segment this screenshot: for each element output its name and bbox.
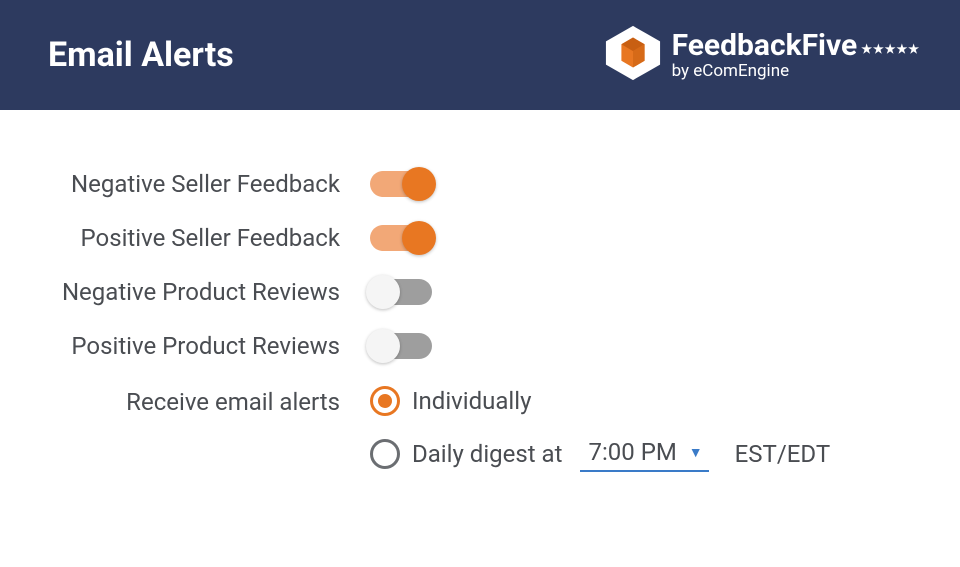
setting-negative-seller-feedback: Negative Seller Feedback <box>50 170 960 198</box>
radio-option-individually[interactable]: Individually <box>370 386 830 416</box>
setting-label: Negative Seller Feedback <box>50 170 370 198</box>
setting-label: Positive Product Reviews <box>50 332 370 360</box>
brand-logo: FeedbackFive ★★★★★ by eComEngine <box>604 24 920 86</box>
setting-positive-seller-feedback: Positive Seller Feedback <box>50 224 960 252</box>
radio-unselected-icon <box>370 439 400 469</box>
radio-option-daily-digest[interactable]: Daily digest at 7:00 PM ▼ EST/EDT <box>370 436 830 472</box>
radio-selected-icon <box>370 386 400 416</box>
chevron-down-icon: ▼ <box>689 444 703 461</box>
logo-tagline: by eComEngine <box>672 62 920 81</box>
setting-positive-product-reviews: Positive Product Reviews <box>50 332 960 360</box>
digest-timezone: EST/EDT <box>735 440 831 468</box>
toggle-knob-icon <box>402 221 436 255</box>
logo-brand-text: FeedbackFive <box>672 29 858 62</box>
settings-panel: Negative Seller Feedback Positive Seller… <box>0 110 960 472</box>
radio-label: Daily digest at <box>412 440 562 468</box>
setting-label: Receive email alerts <box>50 386 370 416</box>
feedbackfive-icon <box>604 24 662 86</box>
setting-receive-alerts: Receive email alerts Individually Daily … <box>50 386 960 472</box>
setting-negative-product-reviews: Negative Product Reviews <box>50 278 960 306</box>
setting-label: Negative Product Reviews <box>50 278 370 306</box>
page-header: Email Alerts FeedbackFive ★★★★★ by eComE… <box>0 0 960 110</box>
radio-label: Individually <box>412 387 531 415</box>
toggle-negative-product-reviews[interactable] <box>370 279 432 305</box>
digest-time-picker[interactable]: 7:00 PM ▼ <box>580 436 708 472</box>
toggle-positive-product-reviews[interactable] <box>370 333 432 359</box>
toggle-knob-icon <box>366 275 400 309</box>
toggle-positive-seller-feedback[interactable] <box>370 225 432 251</box>
page-title: Email Alerts <box>48 35 234 75</box>
toggle-knob-icon <box>366 329 400 363</box>
toggle-knob-icon <box>402 167 436 201</box>
digest-time-value: 7:00 PM <box>588 438 676 466</box>
setting-label: Positive Seller Feedback <box>50 224 370 252</box>
logo-stars-icon: ★★★★★ <box>861 43 920 56</box>
toggle-negative-seller-feedback[interactable] <box>370 171 432 197</box>
